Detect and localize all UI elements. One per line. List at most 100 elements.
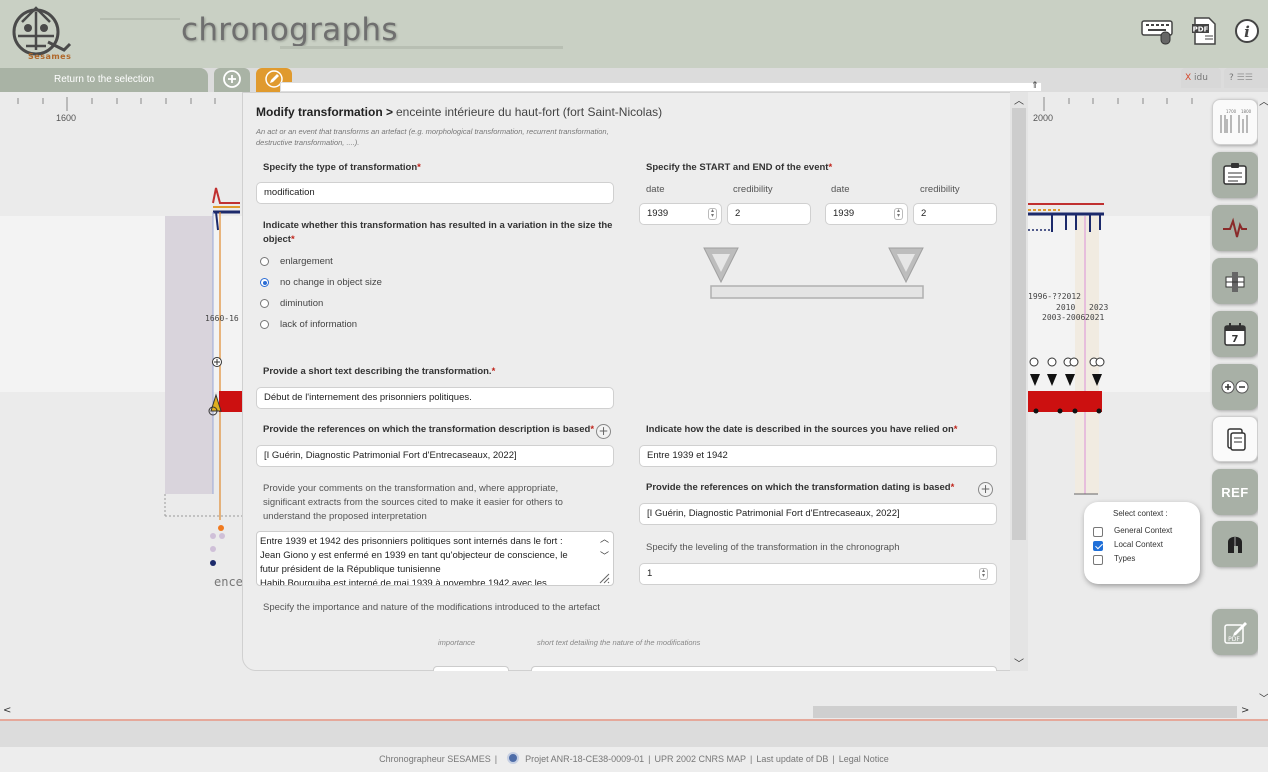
- scroll-down-icon[interactable]: ﹀: [1259, 690, 1268, 705]
- radio-enlargement[interactable]: [260, 257, 269, 266]
- pdf-text: PDF: [1228, 636, 1240, 643]
- add-description-ref-button[interactable]: +: [596, 424, 611, 439]
- transformation-type-input[interactable]: modification: [256, 182, 614, 204]
- size-variation-label: Indicate whether this transformation has…: [263, 220, 613, 245]
- start-credibility-input[interactable]: 2: [727, 203, 811, 225]
- year-label: 2023: [1089, 303, 1109, 312]
- helmet-button[interactable]: [1212, 521, 1258, 567]
- ruler-label-1600: 1600: [56, 113, 77, 123]
- leveling-input[interactable]: 1 ▴ ▾: [639, 563, 997, 585]
- label-local-context: Local Context: [1114, 540, 1163, 549]
- nature-input[interactable]: [531, 666, 997, 671]
- dialog-title: Modify transformation >: [256, 105, 394, 119]
- keyboard-mouse-icon[interactable]: [1141, 16, 1177, 46]
- label-general-context: General Context: [1114, 526, 1173, 535]
- year-label: 1996-??2012: [1028, 292, 1081, 301]
- title-decor-line: [100, 18, 180, 20]
- chevron-down-icon[interactable]: ﹀: [596, 549, 613, 562]
- close-x[interactable]: X: [1185, 73, 1191, 83]
- checkbox-general-context[interactable]: [1093, 527, 1103, 537]
- clipboard-icon: [1223, 163, 1247, 185]
- checkbox-local-context[interactable]: [1093, 541, 1103, 551]
- zoom-button[interactable]: [1212, 364, 1258, 410]
- spinner-icon[interactable]: ▴ ▾: [708, 208, 717, 220]
- scroll-up-icon[interactable]: ︿: [1014, 92, 1024, 107]
- document-copy-icon: [1227, 428, 1246, 451]
- activity-button[interactable]: [1212, 205, 1258, 251]
- calendar-day: 7: [1232, 334, 1239, 345]
- plus-circle-icon: [223, 70, 241, 88]
- add-tab-button[interactable]: [214, 68, 250, 92]
- spinner-icon[interactable]: ▴ ▾: [894, 208, 903, 220]
- modal-top-bar: [280, 82, 1042, 92]
- radio-no-change[interactable]: [260, 278, 269, 287]
- importance-input[interactable]: [433, 666, 509, 671]
- end-date-input[interactable]: 1939 ▴ ▾: [825, 203, 908, 225]
- cnrs-logo-icon: [507, 752, 520, 764]
- return-to-selection-tab[interactable]: Return to the selection: [0, 68, 208, 92]
- importance-column-label: importance: [438, 638, 476, 647]
- references-button[interactable]: REF: [1212, 469, 1258, 515]
- layers-button[interactable]: [1212, 258, 1258, 304]
- end-date-label: date: [831, 184, 850, 195]
- comment-line: Habib Bourguiba est interné de mai 1939 …: [260, 578, 547, 586]
- dating-refs-input[interactable]: [I Guérin, Diagnostic Patrimonial Fort d…: [639, 503, 997, 525]
- radio-diminution[interactable]: [260, 299, 269, 308]
- radio-label-no-change: no change in object size: [280, 277, 382, 288]
- idu-tab[interactable]: X idu: [1181, 68, 1221, 88]
- svg-text:PDF: PDF: [1193, 26, 1209, 34]
- idu-label: idu: [1194, 73, 1208, 83]
- collapse-arrow-icon[interactable]: ⇑: [1031, 81, 1039, 91]
- context-title: Select context :: [1113, 509, 1168, 518]
- short-text-input[interactable]: Début de l'internement des prisonniers p…: [256, 387, 614, 409]
- info-icon[interactable]: i: [1234, 16, 1260, 46]
- description-refs-label: Provide the references on which the tran…: [263, 424, 595, 435]
- footer-legal-link[interactable]: Legal Notice: [839, 754, 889, 764]
- date-description-input[interactable]: Entre 1939 et 1942: [639, 445, 997, 467]
- zoom-in-out-icon: [1221, 380, 1249, 394]
- description-refs-input[interactable]: [I Guérin, Diagnostic Patrimonial Fort d…: [256, 445, 614, 467]
- timeline-thumbnail-icon: 1700 1800: [1220, 109, 1252, 133]
- scroll-left-icon[interactable]: <: [3, 705, 11, 716]
- year-label: 2003-2006: [1042, 313, 1086, 322]
- timeline-view-button[interactable]: 1700 1800: [1212, 99, 1258, 145]
- importance-label: Specify the importance and nature of the…: [263, 602, 600, 613]
- page-vertical-scrollbar[interactable]: [1258, 92, 1268, 704]
- comment-line: futur président de la République tunisie…: [260, 564, 441, 575]
- type-label: Specify the type of transformation*: [263, 162, 421, 173]
- add-dating-ref-button[interactable]: +: [978, 482, 993, 497]
- document-button[interactable]: [1212, 416, 1258, 462]
- checkbox-types[interactable]: [1093, 555, 1103, 565]
- comment-line: Jean Giono y est enfermé en 1939 en tant…: [260, 550, 568, 561]
- comments-textarea[interactable]: Entre 1939 et 1942 des prisonniers polit…: [256, 531, 614, 586]
- footer-lab: UPR 2002 CNRS MAP: [654, 754, 747, 764]
- pulse-icon: [1223, 217, 1247, 238]
- chevron-up-icon[interactable]: ︿: [596, 532, 613, 545]
- end-credibility-input[interactable]: 2: [913, 203, 997, 225]
- svg-text:1700: 1700: [1226, 109, 1237, 114]
- footer: Chronographeur SESAMES | Projet ANR-18-CE3…: [0, 747, 1268, 772]
- export-pdf-button[interactable]: PDF: [1212, 609, 1258, 655]
- pdf-export-icon[interactable]: PDF: [1191, 16, 1219, 46]
- dialog-scrollbar-thumb[interactable]: [1012, 108, 1026, 540]
- resize-handle-icon[interactable]: [598, 572, 610, 584]
- event-bar: [1028, 391, 1102, 412]
- spinner-icon[interactable]: ▴ ▾: [979, 568, 988, 580]
- radio-lack-of-information[interactable]: [260, 320, 269, 329]
- scroll-right-icon[interactable]: >: [1241, 705, 1249, 716]
- scroll-up-icon[interactable]: ︿: [1259, 93, 1268, 108]
- help-label: ?: [1229, 73, 1234, 83]
- start-date-input[interactable]: 1939 ▴ ▾: [639, 203, 722, 225]
- calendar-icon: 7: [1224, 323, 1246, 346]
- menu-lines-icon: ☰☰: [1236, 73, 1253, 83]
- scroll-down-icon[interactable]: ﹀: [1014, 655, 1024, 670]
- calendar-button[interactable]: 7: [1212, 311, 1258, 357]
- horizontal-scrollbar-thumb[interactable]: [813, 706, 1237, 718]
- footer-last-update-link[interactable]: Last update of DB: [756, 754, 828, 764]
- end-credibility-label: credibility: [920, 184, 960, 195]
- date-description-label: Indicate how the date is described in th…: [646, 424, 958, 435]
- help-tab[interactable]: ? ☰☰: [1224, 68, 1268, 88]
- notes-button[interactable]: [1212, 152, 1258, 198]
- bottom-band: [0, 721, 1268, 747]
- start-date-label: date: [646, 184, 665, 195]
